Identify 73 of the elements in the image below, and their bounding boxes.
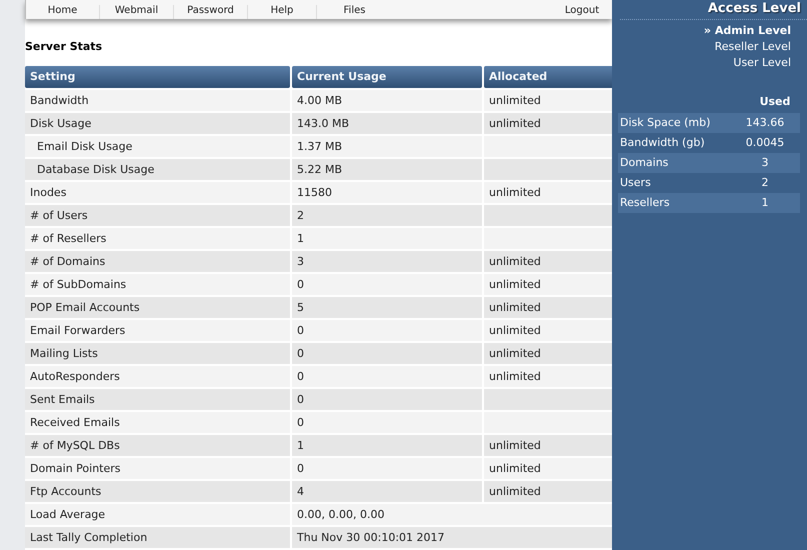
table-cell: 3 <box>292 251 482 272</box>
table-cell: # of MySQL DBs <box>25 435 290 456</box>
stat-label: Disk Space (mb) <box>618 113 728 133</box>
stat-value: 143.66 <box>728 113 800 133</box>
stat-label: Domains <box>618 153 728 173</box>
table-cell: Ftp Accounts <box>25 481 290 502</box>
table-cell: # of Resellers <box>25 228 290 249</box>
table-cell: Load Average <box>25 504 290 525</box>
table-cell: Disk Usage <box>25 113 290 134</box>
sidebar-title: Access Level <box>620 0 807 20</box>
table-cell: 4.00 MB <box>292 90 482 111</box>
table-cell: 11580 <box>292 182 482 203</box>
nav-link[interactable]: Logout <box>552 4 612 19</box>
table-cell: Thu Nov 30 00:10:01 2017 <box>292 527 614 548</box>
table-cell: 0 <box>292 274 482 295</box>
access-level-link[interactable]: Reseller Level <box>612 39 807 55</box>
table-cell: Bandwidth <box>25 90 290 111</box>
table-cell: # of Users <box>25 205 290 226</box>
table-cell: 0.00, 0.00, 0.00 <box>292 504 614 525</box>
table-cell: Last Tally Completion <box>25 527 290 548</box>
table-cell: 5.22 MB <box>292 159 482 180</box>
table-cell: 0 <box>292 389 482 410</box>
column-header: Allocated <box>484 66 614 88</box>
table-cell: unlimited <box>484 481 614 502</box>
nav-link[interactable]: Password <box>174 4 248 19</box>
table-cell: unlimited <box>484 90 614 111</box>
table-cell: Mailing Lists <box>25 343 290 364</box>
column-header: Used <box>758 95 792 110</box>
nav-link[interactable]: Webmail <box>100 4 174 19</box>
table-cell: # of Domains <box>25 251 290 272</box>
table-cell: unlimited <box>484 320 614 341</box>
table-cell: unlimited <box>484 113 614 134</box>
nav-link[interactable]: Home <box>26 4 100 19</box>
nav-link[interactable]: Help <box>248 4 317 19</box>
table-cell: Database Disk Usage <box>25 159 290 180</box>
table-cell: Sent Emails <box>25 389 290 410</box>
table-cell: unlimited <box>484 343 614 364</box>
table-cell: Email Forwarders <box>25 320 290 341</box>
column-header: Setting <box>25 66 290 88</box>
table-cell: Received Emails <box>25 412 290 433</box>
table-cell: # of SubDomains <box>25 274 290 295</box>
table-cell: unlimited <box>484 274 614 295</box>
table-cell: 5 <box>292 297 482 318</box>
table-cell: 4 <box>292 481 482 502</box>
nav-link[interactable]: Files <box>317 4 392 19</box>
access-level-link[interactable]: User Level <box>612 55 807 71</box>
table-cell: Email Disk Usage <box>25 136 290 157</box>
table-cell: 0 <box>292 366 482 387</box>
table-cell: 143.0 MB <box>292 113 482 134</box>
table-cell: unlimited <box>484 435 614 456</box>
table-cell: unlimited <box>484 366 614 387</box>
column-header: Current Usage <box>292 66 482 88</box>
table-cell: 0 <box>292 412 482 433</box>
table-cell: 1.37 MB <box>292 136 482 157</box>
table-cell: 0 <box>292 343 482 364</box>
stat-value: 3 <box>728 153 800 173</box>
table-cell: 2 <box>292 205 482 226</box>
table-cell: Inodes <box>25 182 290 203</box>
table-cell: POP Email Accounts <box>25 297 290 318</box>
stat-label: Resellers <box>618 193 728 213</box>
table-cell: 0 <box>292 320 482 341</box>
table-cell: 1 <box>292 228 482 249</box>
table-cell: unlimited <box>484 251 614 272</box>
table-cell: unlimited <box>484 297 614 318</box>
table-cell: unlimited <box>484 458 614 479</box>
table-cell: unlimited <box>484 182 614 203</box>
section-title: Server Stats <box>25 38 104 55</box>
table-cell: 1 <box>292 435 482 456</box>
table-cell: Domain Pointers <box>25 458 290 479</box>
stat-value: 1 <box>728 193 800 213</box>
access-level-link[interactable]: » Admin Level <box>612 23 807 39</box>
table-cell: 0 <box>292 458 482 479</box>
table-cell: AutoResponders <box>25 366 290 387</box>
